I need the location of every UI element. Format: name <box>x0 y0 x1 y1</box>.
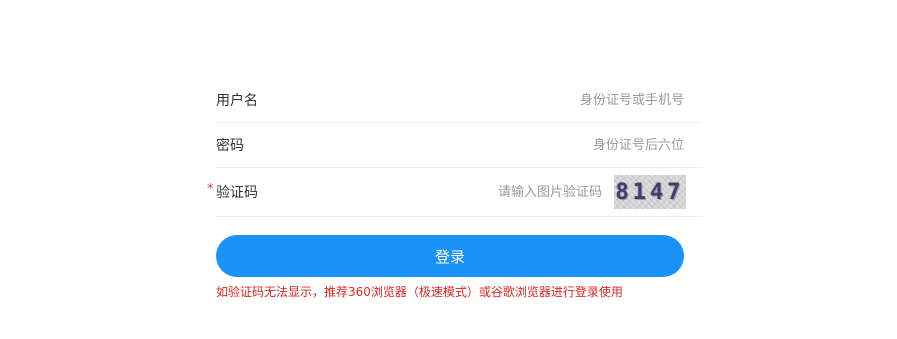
password-row: 密码 <box>216 123 702 168</box>
login-form: 用户名 密码 * 验证码 8147 登录 如验证码无法显示，推荐360浏览器（极… <box>207 78 702 300</box>
browser-notice: 如验证码无法显示，推荐360浏览器（极速模式）或谷歌浏览器进行登录使用 <box>216 285 623 299</box>
captcha-input[interactable] <box>336 177 614 207</box>
password-label: 密码 <box>216 138 244 154</box>
password-input[interactable] <box>336 130 702 160</box>
required-mark: * <box>207 182 214 197</box>
login-button[interactable]: 登录 <box>216 235 684 277</box>
captcha-label: 验证码 <box>216 185 258 201</box>
captcha-row: * 验证码 8147 <box>207 168 702 217</box>
username-row: 用户名 <box>216 78 702 123</box>
captcha-image[interactable]: 8147 <box>614 175 686 209</box>
captcha-label-wrap: * 验证码 <box>207 182 336 202</box>
username-label: 用户名 <box>216 93 258 109</box>
username-input[interactable] <box>336 85 702 115</box>
captcha-image-text: 8147 <box>615 179 685 205</box>
